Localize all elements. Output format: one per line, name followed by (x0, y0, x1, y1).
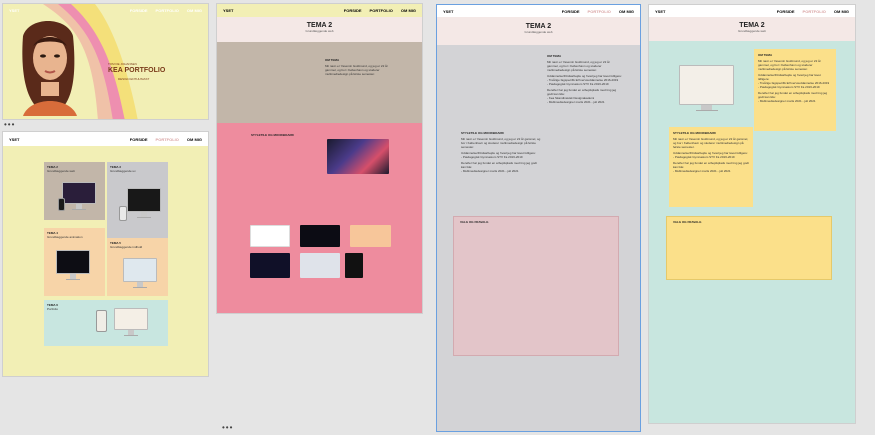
screenshot-5 (300, 253, 340, 278)
styletile-section: STYLETILE OG MOODBOARD (251, 133, 294, 137)
frame-hero: TOM DE JOHANSEN KEA PORTFOLIO DESIGN ENT… (2, 3, 209, 120)
valg-fravalg-box: VALG OG FRAVALG (666, 216, 832, 280)
nav-home[interactable]: FORSIDE (777, 9, 795, 14)
screenshot-1 (250, 225, 290, 247)
phone-image (58, 198, 65, 211)
tema-title-band: TEMA 2 Grundlæggende web (649, 17, 855, 41)
portfolio-card-tema4[interactable]: TEMA 4 Grundlæggende animation (44, 228, 105, 296)
nav-about[interactable]: OM MIG (619, 9, 634, 14)
nav-home[interactable]: FORSIDE (130, 137, 148, 142)
hero-tagline: TOM DE JOHANSEN (108, 62, 137, 66)
nav-portfolio[interactable]: PORTFOLIO (156, 137, 179, 142)
nav-logo[interactable]: YSET (655, 9, 777, 14)
tema-subtitle: Grundlæggende web (524, 30, 553, 34)
tema-title: TEMA 2 (306, 22, 333, 29)
nav-logo[interactable]: YSET (9, 8, 130, 13)
portfolio-card-tema5[interactable]: TEMA 5 Grundlæggende indhold (107, 238, 168, 296)
nav-home[interactable]: FORSIDE (130, 8, 148, 13)
tema-nav: YSET FORSIDE PORTFOLIO OM MIG (217, 4, 422, 17)
screenshot-3 (350, 225, 391, 247)
portfolio-card-tema6[interactable]: TEMA 6 Portfolio (44, 300, 168, 346)
tema-title: TEMA 2 (525, 23, 552, 30)
screenshot-2 (300, 225, 340, 247)
nav-portfolio[interactable]: PORTFOLIO (588, 9, 611, 14)
tema-nav: YSET FORSIDE PORTFOLIO OM MIG (437, 5, 640, 17)
nav-logo[interactable]: YSET (443, 9, 562, 14)
portfolio-card-tema3[interactable]: TEMA 3 Grundlæggende ux (107, 162, 168, 238)
nav-portfolio[interactable]: PORTFOLIO (803, 9, 826, 14)
monitor-image (679, 65, 734, 111)
tema-title: TEMA 2 (739, 22, 765, 29)
moodboard-image (327, 139, 389, 174)
nav-logo[interactable]: YSET (223, 8, 344, 13)
screenshot-6 (345, 253, 363, 278)
hero-title: KEA PORTFOLIO (108, 67, 166, 74)
om-tema-section: OM TEMA Mit navn er Yasemin Guldmund, og… (547, 54, 622, 104)
tema-nav: YSET FORSIDE PORTFOLIO OM MIG (649, 5, 855, 17)
phone-image (119, 206, 127, 221)
nav-about[interactable]: OM MIG (187, 8, 202, 13)
more-icon[interactable]: ••• (4, 121, 15, 129)
nav-portfolio[interactable]: PORTFOLIO (370, 8, 393, 13)
nav-about[interactable]: OM MIG (834, 9, 849, 14)
tema-title-band: TEMA 2 Grundlæggende web (217, 17, 422, 42)
hero-nav: YSET FORSIDE PORTFOLIO OM MIG (3, 4, 208, 16)
hero-portrait (15, 16, 85, 116)
portfolio-nav: YSET FORSIDE PORTFOLIO OM MIG (3, 132, 208, 146)
monitor-image (56, 250, 90, 280)
nav-portfolio[interactable]: PORTFOLIO (156, 8, 179, 13)
tema-subtitle: Grundlæggende web (305, 29, 334, 33)
tema-subtitle: Grundlæggende web (737, 29, 767, 33)
styletile-box: STYLETILE OG MOODBOARD Mit navn er Yasem… (669, 127, 753, 207)
styletile-section: STYLETILE OG MOODBOARD Mit navn er Yasem… (461, 131, 541, 173)
monitor-image (123, 258, 157, 288)
monitor-image (114, 308, 148, 336)
frame-portfolio: YSET FORSIDE PORTFOLIO OM MIG TEMA 2 Gru… (2, 131, 209, 377)
hero-sub: DESIGN ENTHUSIAST (118, 77, 150, 81)
phone-image (96, 310, 107, 332)
nav-about[interactable]: OM MIG (187, 137, 202, 142)
tema-title-band: TEMA 2 Grundlæggende web (437, 17, 640, 45)
nav-logo[interactable]: YSET (9, 137, 130, 142)
om-tema-section: OM TEMA Mit navn er Yasemin Guldmund, og… (217, 42, 422, 123)
valg-fravalg-box: VALG OG FRAVALG (453, 216, 619, 356)
frame-tema-mint: YSET FORSIDE PORTFOLIO OM MIG TEMA 2 Gru… (648, 4, 856, 424)
screenshot-4 (250, 253, 290, 278)
nav-about[interactable]: OM MIG (401, 8, 416, 13)
monitor-image (62, 182, 96, 210)
frame-tema-pink: YSET FORSIDE PORTFOLIO OM MIG TEMA 2 Gru… (216, 3, 423, 314)
frame-tema-gray[interactable]: YSET FORSIDE PORTFOLIO OM MIG TEMA 2 Gru… (436, 4, 641, 432)
portfolio-card-tema2[interactable]: TEMA 2 Grundlæggende web (44, 162, 105, 220)
nav-home[interactable]: FORSIDE (344, 8, 362, 13)
nav-home[interactable]: FORSIDE (562, 9, 580, 14)
om-tema-box: OM TEMA Mit navn er Yasemin Guldmund, og… (754, 49, 836, 131)
monitor-image (127, 188, 161, 218)
more-icon[interactable]: ••• (222, 424, 233, 432)
